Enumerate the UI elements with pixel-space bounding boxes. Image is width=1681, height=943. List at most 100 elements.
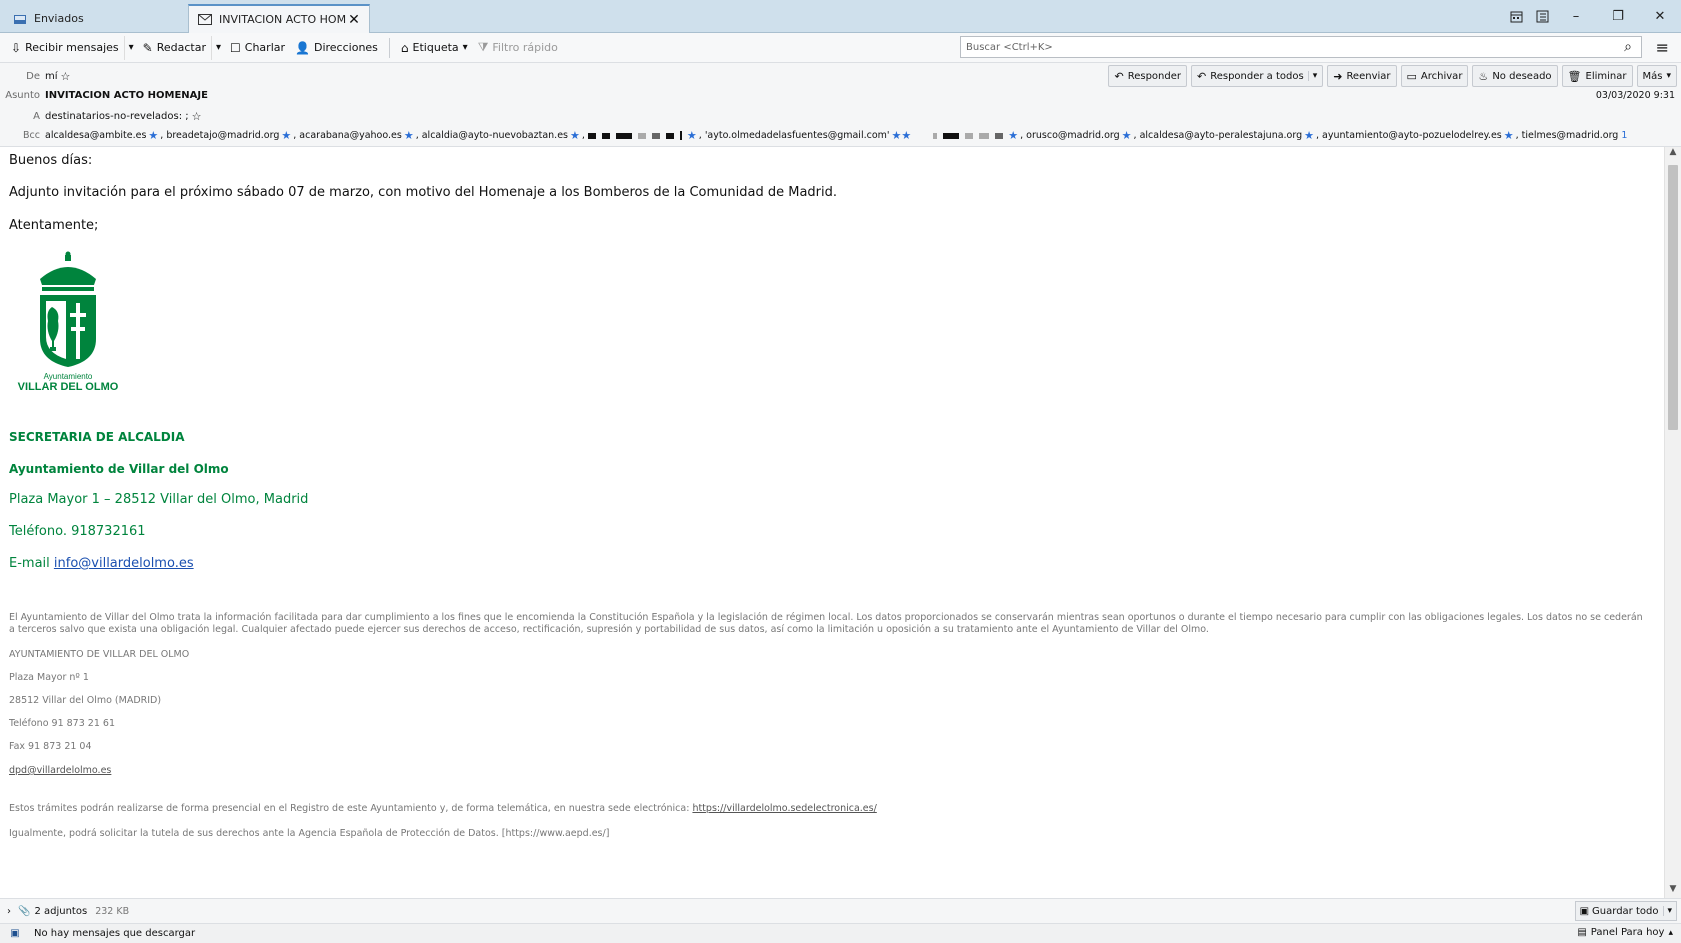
chat-icon: ☐ [230, 40, 241, 55]
message-header: De mí ☆ Asunto INVITACION ACTO HOMENAJE … [0, 63, 1681, 147]
tag-button[interactable]: ⌂ Etiqueta ▾ [396, 36, 473, 60]
calendar-icon: ▤ [1577, 927, 1587, 938]
forward-icon: ➜ [1333, 69, 1343, 83]
message-date: 03/03/2020 9:31 [1595, 90, 1675, 101]
get-messages-dropdown[interactable]: ▾ [123, 35, 138, 60]
reply-icon: ↶ [1114, 69, 1124, 83]
restore-button[interactable]: ❐ [1597, 0, 1639, 33]
archive-button[interactable]: ▭ Archivar [1400, 65, 1469, 87]
close-window-button[interactable]: ✕ [1639, 0, 1681, 33]
bcc-recipient[interactable]: 'ayto.olmedadelasfuentes@gmail.com' [705, 130, 890, 141]
star-icon: ★ [1008, 129, 1019, 142]
redacted-block [651, 132, 660, 139]
signature-email-link[interactable]: info@villardelolmo.es [54, 556, 194, 571]
redacted-block [665, 132, 674, 139]
legal-sede-link[interactable]: https://villardelolmo.sedelectronica.es/ [692, 803, 876, 814]
star-outline-icon[interactable]: ☆ [192, 110, 202, 123]
bcc-more-count[interactable]: 1 [1621, 130, 1627, 141]
bcc-recipient[interactable]: tielmes@madrid.org [1522, 130, 1619, 141]
signature-org: Ayuntamiento de Villar del Olmo [9, 462, 229, 476]
tab-label: INVITACION ACTO HOMENAJE [219, 13, 347, 26]
to-label: A [33, 111, 40, 122]
delete-button[interactable]: 🗑 Eliminar [1561, 65, 1633, 87]
more-button[interactable]: Más ▾ [1636, 65, 1677, 87]
redacted-block [943, 132, 960, 139]
address-book-button[interactable]: 👤 Direcciones [290, 36, 383, 60]
signature-phone: Teléfono. 918732161 [9, 524, 146, 539]
legal-org: AYUNTAMIENTO DE VILLAR DEL OLMO [9, 649, 190, 660]
forward-button[interactable]: ➜ Reenviar [1327, 65, 1397, 87]
forward-label: Reenviar [1346, 70, 1391, 82]
star-icon: ★ [1304, 129, 1315, 142]
signature-address: Plaza Mayor 1 – 28512 Villar del Olmo, M… [9, 492, 309, 507]
redacted-block [615, 132, 632, 139]
minimize-button[interactable]: – [1555, 0, 1597, 33]
tasks-icon[interactable] [1529, 0, 1555, 33]
to-value[interactable]: destinatarios-no-revelados: ; [45, 111, 189, 122]
closing-text: Atentamente; [9, 218, 99, 233]
bcc-recipient[interactable]: acarabana@yahoo.es [299, 130, 402, 141]
online-status-icon[interactable]: ▣ [6, 928, 24, 939]
archive-label: Archivar [1420, 70, 1463, 82]
from-value[interactable]: mí [45, 71, 58, 82]
header-actions: ↶ Responder ↶ Responder a todos ▾ ➜ Reen… [1108, 65, 1677, 87]
save-icon: ▣ [1579, 905, 1590, 917]
chevron-right-icon[interactable]: › [0, 906, 18, 917]
reply-button[interactable]: ↶ Responder [1108, 65, 1187, 87]
body-scrollbar[interactable]: ▲ ▼ [1664, 147, 1681, 898]
compose-dropdown[interactable]: ▾ [210, 35, 225, 60]
scroll-down-icon[interactable]: ▼ [1665, 884, 1681, 898]
today-pane-toggle[interactable]: ▤ Panel Para hoy ▴ [1577, 927, 1673, 938]
bcc-row: Bcc alcaldesa@ambite.es ★, breadetajo@mad… [0, 129, 1627, 142]
chat-button[interactable]: ☐ Charlar [225, 36, 290, 60]
search-box[interactable]: ⌕ [960, 36, 1642, 58]
star-outline-icon[interactable]: ☆ [61, 70, 71, 83]
reply-all-button[interactable]: ↶ Responder a todos ▾ [1190, 65, 1324, 87]
compose-label: Redactar [156, 41, 206, 54]
close-tab-icon[interactable]: ✕ [347, 12, 361, 28]
chevron-down-icon[interactable]: ▾ [1307, 71, 1317, 81]
attachment-count[interactable]: 2 adjuntos [34, 906, 87, 917]
legal-dpd-link[interactable]: dpd@villardelolmo.es [9, 765, 111, 776]
attachment-size: 232 KB [95, 905, 130, 917]
calendar-icon[interactable] [1503, 0, 1529, 33]
bcc-recipient[interactable]: alcaldesa@ambite.es [45, 130, 146, 141]
paperclip-icon: 📎 [18, 905, 31, 917]
chevron-down-icon[interactable]: ▾ [1663, 906, 1672, 916]
archive-icon: ▭ [1406, 69, 1417, 83]
legal-tramites: Estos trámites podrán realizarse de form… [9, 803, 877, 814]
tab-enviados[interactable]: Enviados [4, 4, 184, 33]
search-input[interactable] [966, 41, 1615, 53]
compose-button[interactable]: ✎ Redactar [138, 36, 211, 60]
junk-button[interactable]: ♨ No deseado [1472, 65, 1558, 87]
redacted-block [933, 132, 938, 139]
save-all-button[interactable]: ▣ Guardar todo ▾ [1574, 901, 1677, 921]
tab-bar: Enviados INVITACION ACTO HOMENAJE ✕ – ❐ … [0, 0, 1681, 33]
main-toolbar: ⇩ Recibir mensajes ▾ ✎ Redactar ▾ ☐ Char… [0, 33, 1681, 63]
star-icon: ★ [403, 129, 414, 142]
scroll-thumb[interactable] [1668, 165, 1678, 430]
villar-del-olmo-logo: Ayuntamiento VILLAR DEL OLMO [10, 251, 130, 393]
bcc-recipient[interactable]: alcaldesa@ayto-perale­stajuna.org [1140, 130, 1303, 141]
save-all-label: Guardar todo [1592, 905, 1659, 917]
today-pane-label: Panel Para hoy [1590, 927, 1665, 938]
status-text: No hay mensajes que descargar [34, 928, 196, 939]
signature-email-row: E-mail info@villardelolmo.es [9, 556, 194, 571]
redacted-block [995, 132, 1004, 139]
bcc-recipient[interactable]: ayuntamiento@ayto-pozuelodelrey.es [1322, 130, 1502, 141]
bcc-recipient[interactable]: breadetajo@madrid.org [166, 130, 279, 141]
download-icon: ⇩ [11, 40, 22, 55]
status-bar: ▣ No hay mensajes que descargar ▤ Panel … [0, 923, 1681, 943]
legal-notice: El Ayuntamiento de Villar del Olmo trata… [9, 612, 1643, 635]
get-messages-button[interactable]: ⇩ Recibir mensajes [6, 36, 124, 60]
bcc-recipient[interactable]: orusco@madrid.org [1026, 130, 1120, 141]
subject-value: INVITACION ACTO HOMENAJE [45, 90, 208, 101]
hamburger-menu-icon[interactable]: ≡ [1656, 38, 1669, 57]
chevron-down-icon: ▾ [215, 42, 222, 53]
bcc-recipient[interactable]: alcaldia@ayto-nuevobaztan.es [422, 130, 568, 141]
scroll-up-icon[interactable]: ▲ [1665, 147, 1681, 161]
search-icon[interactable]: ⌕ [1615, 39, 1641, 55]
tab-message[interactable]: INVITACION ACTO HOMENAJE ✕ [188, 4, 370, 33]
quick-filter-button[interactable]: ⧩ Filtro rápido [473, 36, 563, 60]
from-label: De [26, 71, 40, 82]
